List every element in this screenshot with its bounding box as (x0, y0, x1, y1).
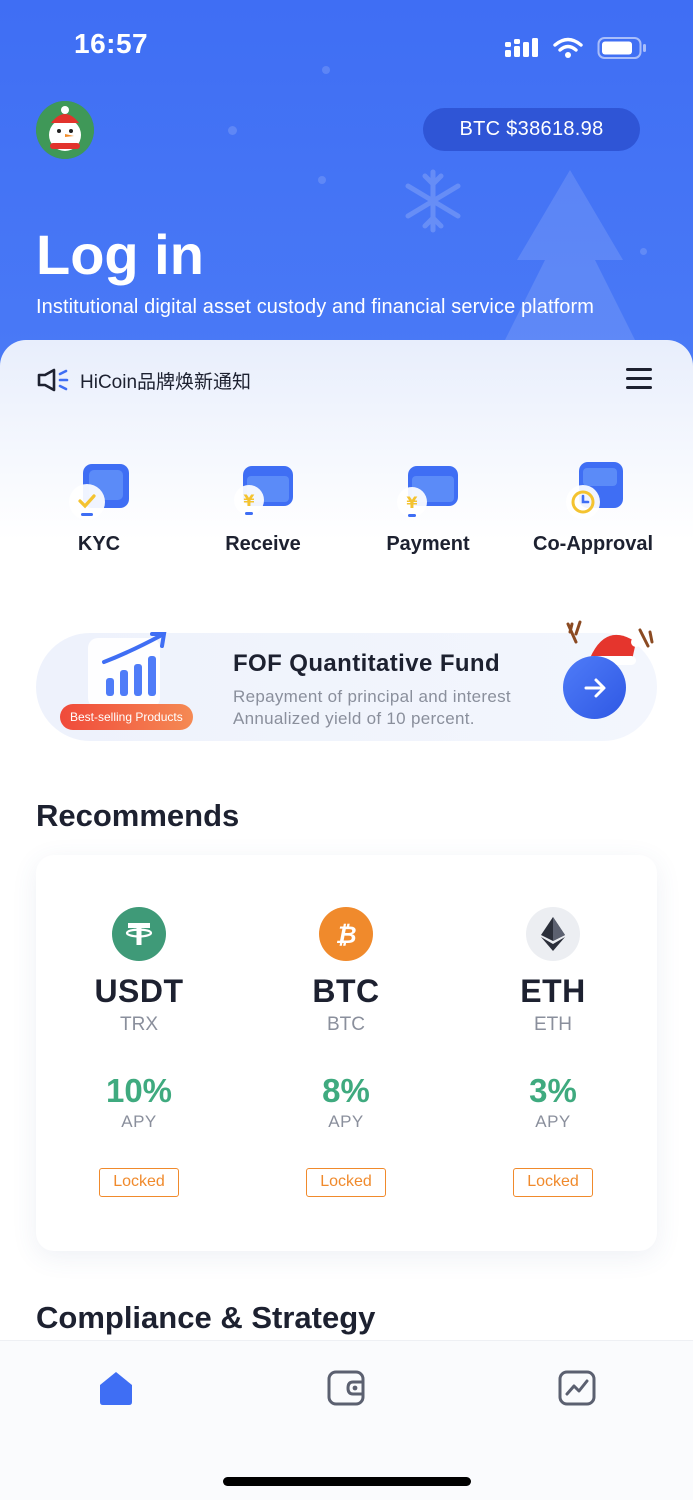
speaker-icon (37, 368, 69, 392)
btc-price-badge[interactable]: BTC $38618.98 (423, 108, 640, 151)
action-kyc[interactable]: KYC (24, 455, 174, 565)
svg-text:₿: ₿ (335, 921, 356, 949)
growth-chart-icon (88, 632, 167, 708)
fund-go-button[interactable] (563, 656, 626, 719)
tab-wallet[interactable] (326, 1368, 366, 1408)
status-icons (505, 36, 647, 60)
recommend-apy: 10% (105, 1072, 173, 1109)
bottom-tab-bar (0, 1340, 693, 1500)
snow-dot (228, 126, 237, 135)
page-subtitle: Institutional digital asset custody and … (36, 296, 594, 318)
recommend-item-usdt[interactable]: USDT TRX 10% APY Locked (49, 907, 229, 1197)
recommend-apy-label: APY (535, 1112, 571, 1131)
recommends-title: Recommends (36, 798, 240, 833)
notice-text: HiCoin品牌焕新通知 (80, 371, 252, 393)
recommend-network: ETH (534, 1014, 572, 1035)
action-receive-label: Receive (225, 533, 301, 555)
recommend-apy: 3% (529, 1072, 577, 1109)
usdt-icon (112, 907, 166, 961)
menu-line (626, 377, 652, 380)
action-receive[interactable]: ¥ Receive (188, 455, 338, 565)
snowflake-icon (405, 169, 461, 233)
eth-icon (526, 907, 580, 961)
action-kyc-label: KYC (77, 533, 121, 555)
arrow-right-icon (584, 678, 605, 697)
chart-icon (558, 1370, 596, 1406)
co-approval-icon (566, 462, 623, 519)
tab-home[interactable] (96, 1368, 136, 1408)
snow-dot (318, 176, 326, 184)
menu-button[interactable] (626, 368, 652, 390)
wallet-icon (327, 1370, 365, 1406)
locked-tag: Locked (99, 1168, 179, 1197)
ethereum-glyph (541, 917, 565, 951)
recommend-symbol: USDT (94, 973, 184, 1009)
locked-tag: Locked (513, 1168, 593, 1197)
recommend-apy: 8% (322, 1072, 370, 1109)
recommend-network: TRX (120, 1014, 158, 1035)
fund-description-2: Annualized yield of 10 percent. (233, 709, 475, 728)
svg-text:¥: ¥ (243, 491, 254, 510)
action-co-approval[interactable]: Co-Approval (518, 455, 668, 565)
recommend-network: BTC (327, 1014, 365, 1035)
menu-line (626, 386, 652, 389)
tether-glyph (125, 923, 153, 945)
bitcoin-glyph: ₿ (335, 921, 356, 949)
kyc-icon (69, 464, 129, 520)
signal-icon (505, 38, 538, 57)
avatar[interactable] (36, 101, 94, 159)
action-payment[interactable]: ¥ Payment (353, 455, 503, 565)
fund-description-1: Repayment of principal and interest (233, 687, 511, 706)
notice-bar[interactable]: HiCoin品牌焕新通知 (36, 366, 251, 394)
svg-text:¥: ¥ (406, 493, 417, 512)
status-bar: 16:57 (0, 28, 693, 68)
recommend-symbol: BTC (312, 973, 380, 1009)
snow-dot (640, 248, 647, 255)
compliance-title: Compliance & Strategy (36, 1300, 376, 1335)
home-icon (100, 1372, 132, 1405)
menu-line (626, 368, 652, 371)
page-title: Log in (36, 223, 204, 286)
action-co-approval-label: Co-Approval (533, 533, 653, 555)
payment-icon: ¥ (397, 466, 458, 517)
locked-tag: Locked (306, 1168, 386, 1197)
wifi-icon (553, 37, 583, 58)
tab-market[interactable] (557, 1368, 597, 1408)
quick-actions: KYC ¥ Receive ¥ Payment Co-Approval (0, 455, 693, 565)
fund-badge: Best-selling Products (60, 704, 193, 730)
recommend-apy-label: APY (328, 1112, 364, 1131)
battery-icon (597, 37, 646, 59)
fund-title: FOF Quantitative Fund (233, 650, 501, 677)
status-time: 16:57 (74, 28, 149, 59)
recommend-item-btc[interactable]: ₿ BTC BTC 8% APY Locked (256, 907, 436, 1197)
recommend-apy-label: APY (121, 1112, 157, 1131)
action-payment-label: Payment (386, 533, 470, 555)
recommend-item-eth[interactable]: ETH ETH 3% APY Locked (463, 907, 643, 1197)
btc-icon: ₿ (319, 907, 373, 961)
snowman-avatar-icon (36, 101, 94, 159)
home-indicator (223, 1477, 471, 1486)
recommend-symbol: ETH (520, 973, 586, 1009)
receive-icon: ¥ (234, 466, 293, 515)
